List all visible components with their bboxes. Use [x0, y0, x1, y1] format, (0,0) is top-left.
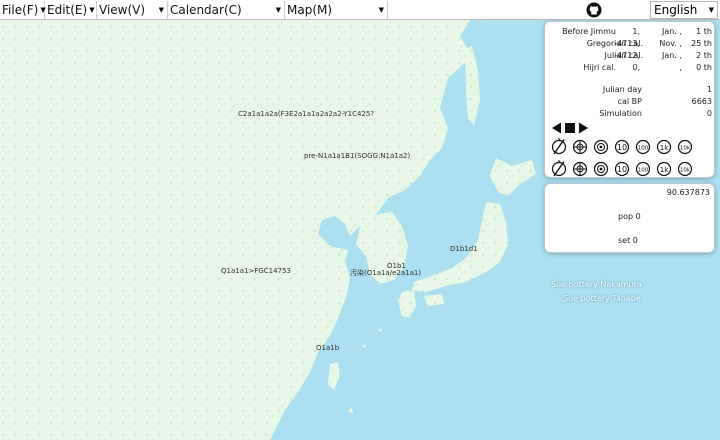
calendar-day: 0 th [696, 63, 712, 72]
calendar-year: -4713, [614, 39, 640, 48]
chevron-down-icon: ▼ [378, 5, 384, 14]
target-icon[interactable] [593, 139, 609, 155]
speed-10k-button[interactable]: 10k [677, 161, 693, 177]
menu-map-label: Map(M) [287, 2, 333, 17]
speed-10-button[interactable]: 10 [614, 161, 630, 177]
map-label-q1: Q1a1a1>FGC14753 [221, 267, 291, 275]
map-label-d1: D1b1d1 [450, 245, 478, 253]
menu-calendar-label: Calendar(C) [170, 2, 242, 17]
cal-bp-row: cal BP 6663 [545, 97, 716, 109]
calendar-year: -4712, [614, 51, 640, 60]
speed-100-button[interactable]: 100 [635, 161, 651, 177]
calendar-day: 2 th [696, 51, 712, 60]
crosshair-icon[interactable] [572, 139, 588, 155]
calendar-month: Jan. , [662, 27, 682, 36]
calendar-row: Julian cal. -4712, Jan. , 2 th [545, 51, 716, 63]
speed-1k-label: 1k [660, 166, 669, 174]
chevron-down-icon: ▼ [275, 5, 281, 14]
chevron-down-icon: ▼ [708, 6, 714, 14]
svg-text:N: N [558, 160, 561, 164]
map-label-o1-bohai: 汚染(O1a1a/e2a1a1) [350, 269, 422, 277]
calendar-name: Hijri cal. [583, 63, 616, 72]
calendar-day: 25 th [691, 39, 712, 48]
crosshair-icon[interactable] [572, 161, 588, 177]
chevron-down-icon: ▼ [158, 5, 164, 14]
calendar-year: 0, [632, 63, 640, 72]
cal-bp-value: 6663 [691, 97, 712, 106]
calendar-day: 1 th [696, 27, 712, 36]
menu-view[interactable]: View(V) ▼ [97, 0, 168, 19]
play-icon[interactable] [579, 122, 588, 134]
stats-pop: pop 0 [618, 212, 641, 221]
target-icon[interactable] [593, 161, 609, 177]
map-label-c2: C2a1a1a2a(F3E2a1a1a2a2a2-Y1C425? [238, 110, 375, 118]
stats-set: set 0 [618, 236, 638, 245]
julian-day-value: 1 [706, 85, 712, 94]
calendar-row: Before Jimmu 1, Jan. , 1 th [545, 27, 716, 39]
language-select-value: English [654, 3, 698, 17]
menu-map[interactable]: Map(M) ▼ [285, 0, 388, 19]
speed-10k-label: 10k [680, 168, 691, 174]
menu-edit-label: Edit(E) [47, 2, 88, 17]
speed-1k-button[interactable]: 1k [656, 139, 672, 155]
calendar-info-panel: Before Jimmu 1, Jan. , 1 th Gregorian ca… [544, 21, 715, 178]
speed-10-label: 10 [617, 143, 627, 152]
speed-100-button[interactable]: 100 [635, 139, 651, 155]
simulation-label: Simulation [599, 109, 642, 118]
map-label-sue-tanabe: Sue pottery Tanabe [563, 294, 641, 303]
julian-day-label: Julian day [602, 85, 642, 94]
julian-day-row: Julian day 1 [545, 85, 716, 97]
menu-file[interactable]: File(F) ▼ [0, 0, 46, 19]
speed-100-label: 100 [638, 168, 649, 174]
map-label-o1b: O1a1b [316, 344, 340, 352]
stats-panel: 90.637873 pop 0 set 0 [544, 183, 715, 253]
menu-calendar[interactable]: Calendar(C) ▼ [168, 0, 285, 19]
language-select[interactable]: English ▼ [650, 1, 718, 19]
playback-controls [552, 122, 588, 134]
menu-file-label: File(F) [2, 2, 39, 17]
menu-view-label: View(V) [99, 2, 146, 17]
calendar-month: Nov. , [659, 39, 682, 48]
menu-edit[interactable]: Edit(E) ▼ [45, 0, 97, 19]
svg-text:N: N [558, 138, 561, 142]
calendar-row: Gregorian cal. -4713, Nov. , 25 th [545, 39, 716, 51]
calendar-year: 1, [632, 27, 640, 36]
no-compass-icon[interactable]: N [551, 160, 567, 177]
stats-value: 90.637873 [666, 188, 710, 197]
chevron-down-icon: ▼ [89, 5, 95, 14]
speed-1k-button[interactable]: 1k [656, 161, 672, 177]
calendar-month: , [679, 63, 682, 72]
calendar-row: Hijri cal. 0, , 0 th [545, 63, 716, 75]
stop-icon[interactable] [565, 123, 575, 133]
simulation-row: Simulation 0 [545, 109, 716, 121]
speed-10k-label: 10k [680, 146, 691, 152]
speed-10k-button[interactable]: 10k [677, 139, 693, 155]
cal-bp-label: cal BP [617, 97, 642, 106]
speed-controls-row: N 10 100 1k 10k [551, 160, 693, 177]
step-back-icon[interactable] [552, 122, 561, 134]
no-compass-icon[interactable]: N [551, 138, 567, 155]
speed-controls-row: N 10 100 1k 10k [551, 138, 693, 155]
speed-100-label: 100 [638, 146, 649, 152]
speed-1k-label: 1k [660, 144, 669, 152]
map-label-sue-nakamura: Sue pottery Nakamura [551, 280, 642, 289]
calendar-month: Jan. , [662, 51, 682, 60]
github-icon[interactable] [586, 2, 602, 18]
map-label-n1: pre-N1a1a1B1(SOGG:N1a1a2) [304, 152, 411, 160]
speed-10-label: 10 [617, 165, 627, 174]
calendar-name: Before Jimmu [562, 27, 616, 36]
speed-10-button[interactable]: 10 [614, 139, 630, 155]
simulation-value: 0 [706, 109, 712, 118]
menu-bar: File(F) ▼ Edit(E) ▼ View(V) ▼ Calendar(C… [0, 0, 720, 20]
